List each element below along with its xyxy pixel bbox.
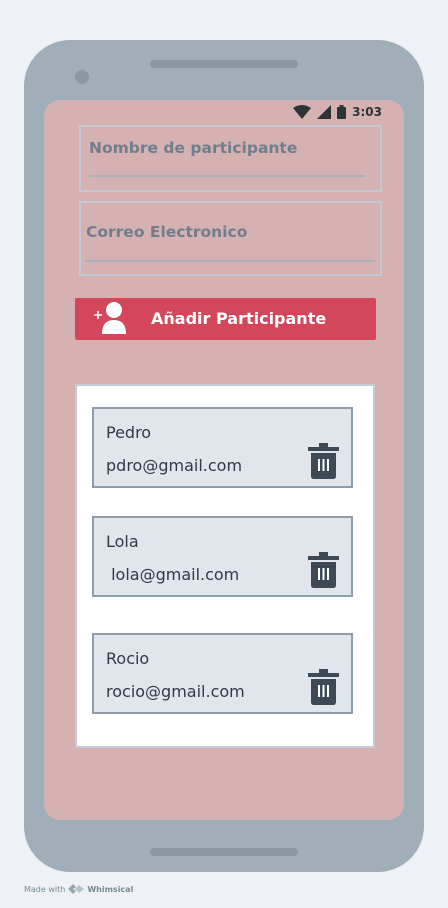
add-participant-label: Añadir Participante xyxy=(151,309,327,328)
home-indicator xyxy=(150,848,298,856)
participant-name: Rocio xyxy=(106,649,150,668)
add-participant-button[interactable]: Añadir Participante xyxy=(75,298,376,340)
status-bar: 3:03 xyxy=(293,104,382,120)
email-field[interactable]: Correo Electronico xyxy=(79,201,382,276)
phone-frame: 3:03 Nombre de participante Correo Elect… xyxy=(24,40,424,872)
add-user-icon xyxy=(94,302,126,334)
battery-icon xyxy=(337,105,347,119)
status-time: 3:03 xyxy=(352,105,382,119)
made-with-whimsical: Made with Whimsical xyxy=(24,884,133,894)
participant-name: Pedro xyxy=(106,423,152,442)
whimsical-logo-icon xyxy=(68,884,85,894)
participant-name: Lola xyxy=(106,532,139,551)
camera-dot xyxy=(75,70,89,84)
email-placeholder: Correo Electronico xyxy=(86,223,248,241)
made-with-text: Made with xyxy=(24,884,66,894)
app-screen: 3:03 Nombre de participante Correo Elect… xyxy=(44,100,404,820)
wifi-icon xyxy=(293,105,312,119)
trash-icon[interactable] xyxy=(308,552,339,588)
speaker-bar xyxy=(150,60,298,68)
trash-icon[interactable] xyxy=(308,669,339,705)
name-field[interactable]: Nombre de participante xyxy=(79,125,382,192)
participant-list: Pedro pdro@gmail.com Lola lola@gmail.com xyxy=(75,384,375,748)
name-placeholder: Nombre de participante xyxy=(89,139,298,157)
email-field-underline xyxy=(86,260,375,262)
participant-email: rocio@gmail.com xyxy=(106,682,245,701)
name-field-underline xyxy=(89,175,365,177)
participant-card: Pedro pdro@gmail.com xyxy=(92,407,353,488)
participant-card: Lola lola@gmail.com xyxy=(92,516,353,597)
participant-email: pdro@gmail.com xyxy=(106,456,243,475)
participant-card: Rocio rocio@gmail.com xyxy=(92,633,353,714)
trash-icon[interactable] xyxy=(308,443,339,479)
signal-icon xyxy=(317,105,332,119)
participant-email: lola@gmail.com xyxy=(106,565,240,584)
whimsical-brand: Whimsical xyxy=(87,884,134,894)
